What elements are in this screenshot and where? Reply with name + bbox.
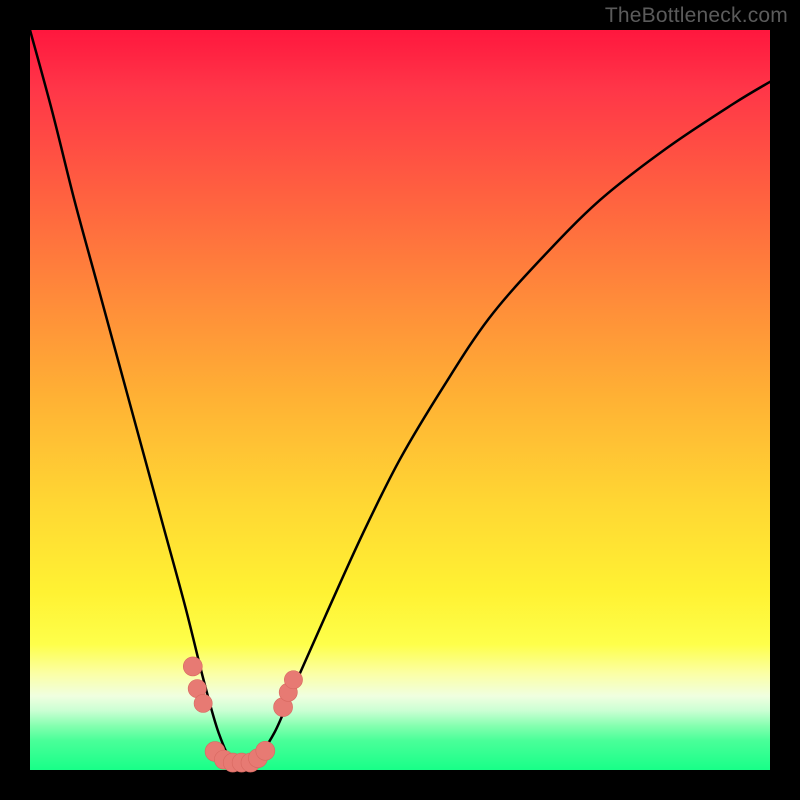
curve-marker — [284, 671, 302, 689]
curve-marker — [183, 657, 202, 676]
curve-layer — [30, 30, 770, 770]
chart-frame: TheBottleneck.com — [0, 0, 800, 800]
curve-marker — [194, 694, 212, 712]
bottleneck-curve — [30, 30, 770, 766]
curve-marker — [256, 741, 275, 760]
plot-area — [30, 30, 770, 770]
watermark-text: TheBottleneck.com — [605, 4, 788, 28]
